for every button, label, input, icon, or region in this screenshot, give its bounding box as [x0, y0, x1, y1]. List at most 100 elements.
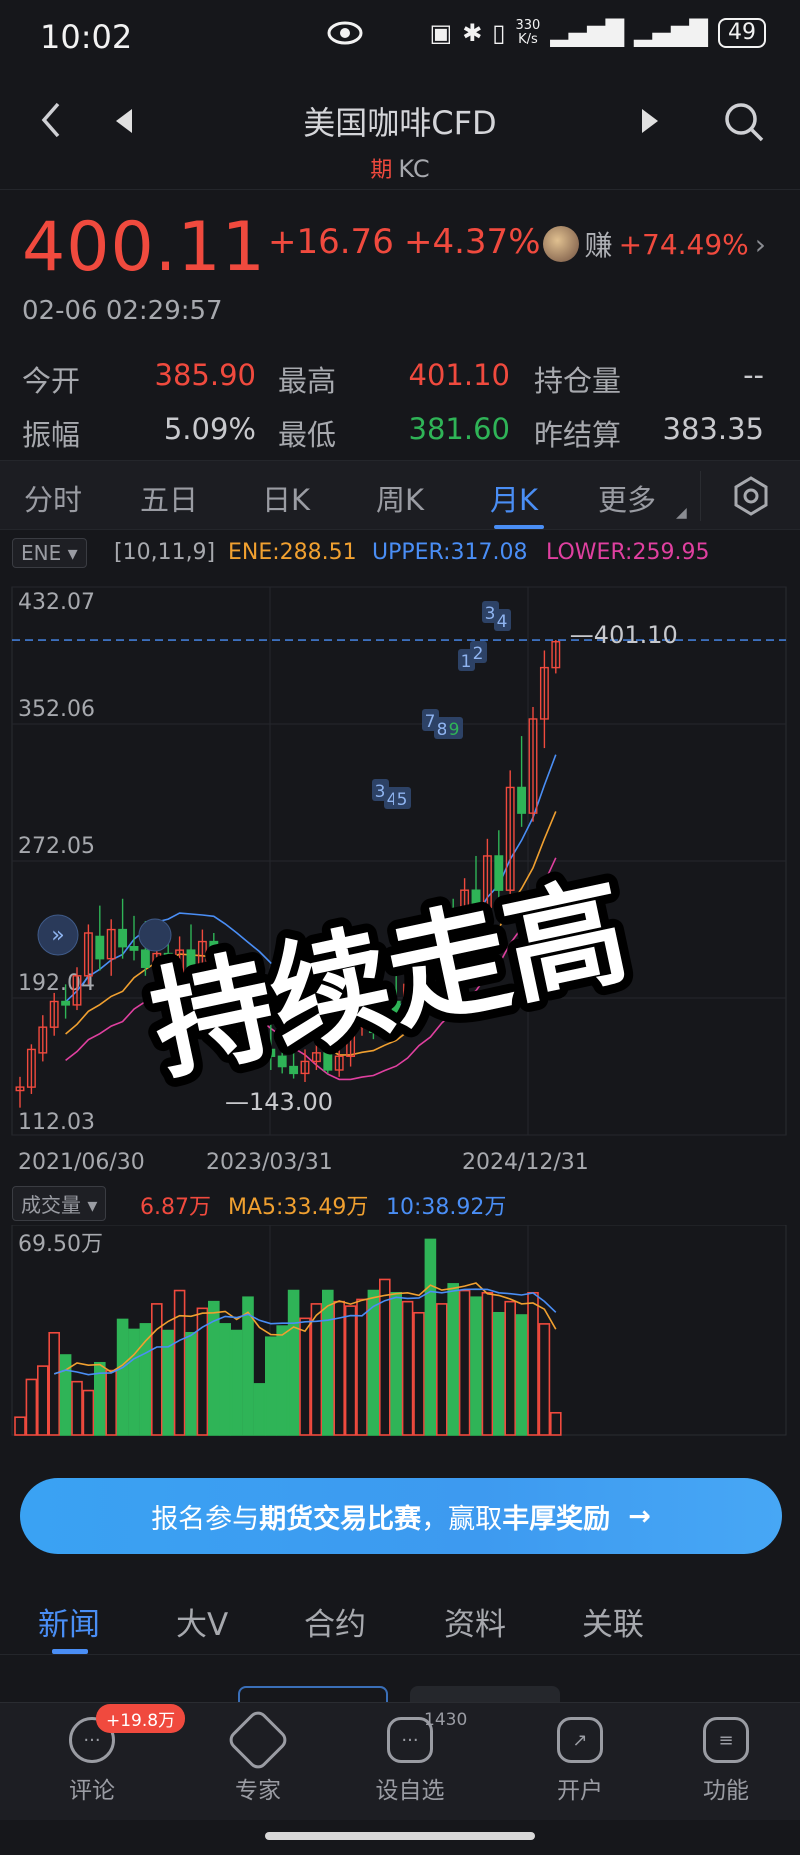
candle-body [61, 1000, 71, 1006]
comment-count-badge: +19.8万 [96, 1704, 186, 1733]
tab-five-day[interactable]: 五日 [140, 477, 198, 519]
symbol-code: KC [398, 155, 430, 183]
min-price-label: —143.00 [225, 1088, 333, 1116]
open-label: 今开 [22, 364, 81, 398]
nav-open-account[interactable]: ↗ 开户 [530, 1717, 630, 1805]
volume-bar [344, 1305, 357, 1436]
volume-bar [458, 1289, 471, 1436]
x-tick-1: 2023/03/31 [206, 1150, 333, 1175]
news-tabs: 新闻 大V 合约 资料 关联 [0, 1585, 800, 1655]
volume-bar [470, 1296, 482, 1436]
chart-settings-button[interactable] [730, 475, 772, 521]
volume-bar [413, 1311, 425, 1436]
signal-icon: ▂▄▆█ [550, 19, 625, 47]
volume-bar [14, 1416, 26, 1436]
x-tick-0: 2021/06/30 [18, 1150, 145, 1175]
volume-bar [25, 1378, 38, 1436]
signal-marker-label: 3 [375, 782, 386, 802]
status-time: 10:02 [40, 18, 133, 56]
settle-label: 昨结算 [534, 418, 622, 452]
volume-bar [264, 1336, 277, 1436]
volume-bar [356, 1298, 368, 1436]
arrow-right-icon: → [628, 1500, 651, 1532]
volume-bar [390, 1291, 403, 1436]
battery-indicator: 49 [718, 18, 766, 48]
tab-news[interactable]: 新闻 [38, 1599, 100, 1644]
tab-more[interactable]: 更多 [598, 477, 656, 519]
candle-body [95, 935, 105, 960]
settle-value: 383.35 [662, 412, 764, 446]
ene-value: ENE:288.51 [228, 540, 357, 565]
volume-bar [367, 1289, 380, 1436]
tab-intraday[interactable]: 分时 [24, 477, 82, 519]
avatar [542, 226, 579, 262]
volume-bar [424, 1238, 437, 1436]
nav-functions[interactable]: ≡ 功能 [676, 1717, 776, 1805]
volume-ma5: MA5:33.49万 [228, 1195, 369, 1220]
signal-marker-label: 8 [437, 720, 448, 740]
gear-icon [734, 476, 768, 516]
low-label: 最低 [278, 418, 337, 452]
open-value: 385.90 [154, 358, 256, 392]
nav-expert[interactable]: 专家 [208, 1707, 308, 1805]
volume-bar [36, 1365, 49, 1436]
overlay-caption: 持续走高 持续走高 [132, 870, 648, 1090]
signal-marker-label: 4 [497, 612, 508, 632]
amp-label: 振幅 [22, 418, 81, 452]
volume-bar [116, 1318, 129, 1436]
volume-ma10: 10:38.92万 [386, 1195, 507, 1220]
volume-chart[interactable]: 69.50万 [0, 1225, 800, 1440]
volume-bar [185, 1331, 197, 1436]
upper-value: UPPER:317.08 [372, 540, 528, 565]
volume-bar [538, 1323, 551, 1436]
tab-weekly-k[interactable]: 周K [376, 477, 424, 519]
indicator-params: [10,11,9] [114, 540, 216, 565]
volume-indicator-selector[interactable]: 成交量 ▾ [12, 1186, 107, 1221]
volume-bar [447, 1283, 460, 1436]
y-tick-label: 352.06 [18, 697, 95, 722]
tab-related[interactable]: 关联 [582, 1599, 644, 1644]
volume-bar [276, 1325, 289, 1436]
max-price-label: —401.10 [570, 621, 678, 649]
divider [700, 471, 701, 521]
active-tab-indicator [494, 525, 544, 529]
nav-add-watchlist[interactable]: ··· 设自选 [360, 1717, 460, 1805]
watch-count: 1430 [424, 1710, 468, 1730]
nfc-icon: ▣ [429, 19, 453, 47]
page-title: 美国咖啡CFD [303, 104, 497, 142]
amp-value: 5.09% [163, 412, 256, 446]
volume-bar [481, 1291, 494, 1436]
volume-bar [435, 1303, 448, 1436]
promo-banner[interactable]: 报名参与 期货交易比赛 ，赢取 丰厚奖励 → [20, 1478, 782, 1554]
price-change: +16.76 [268, 222, 394, 262]
quote-timestamp: 02-06 02:29:57 [22, 296, 223, 326]
volume-bar [151, 1303, 163, 1436]
volume-bar [299, 1317, 311, 1436]
volume-bar [504, 1300, 517, 1436]
overlay-text: 持续走高 [141, 870, 639, 1090]
volume-bar [105, 1369, 117, 1436]
tab-daily-k[interactable]: 日K [262, 477, 310, 519]
search-button[interactable] [722, 100, 766, 148]
lower-value: LOWER:259.95 [546, 540, 710, 565]
tab-monthly-k[interactable]: 月K [490, 477, 538, 519]
volume-bar [321, 1289, 334, 1436]
signal-marker-label: 9 [449, 720, 460, 740]
volume-bar [333, 1300, 346, 1436]
volume-bar [287, 1289, 300, 1436]
next-contract-button[interactable] [638, 106, 662, 140]
volume-bar [71, 1380, 83, 1436]
indicator-selector[interactable]: ENE ▾ [12, 538, 87, 568]
volume-bar [128, 1328, 140, 1436]
volume-max-label: 69.50万 [18, 1232, 103, 1257]
earn-widget[interactable]: 赚 +74.49% › [542, 224, 766, 264]
price-change-pct: +4.37% [404, 222, 541, 262]
quote-panel: 400.11 +16.76 +4.37% 赚 +74.49% › 02-06 0… [0, 200, 800, 460]
menu-icon: ≡ [703, 1717, 749, 1763]
chart-period-tabs: 分时 五日 日K 周K 月K 更多 ◢ [0, 460, 800, 530]
tab-contract[interactable]: 合约 [304, 1599, 366, 1644]
tab-bigv[interactable]: 大V [176, 1599, 228, 1644]
tab-info[interactable]: 资料 [444, 1599, 506, 1644]
home-indicator[interactable] [265, 1832, 535, 1840]
volume-bar [230, 1329, 243, 1436]
